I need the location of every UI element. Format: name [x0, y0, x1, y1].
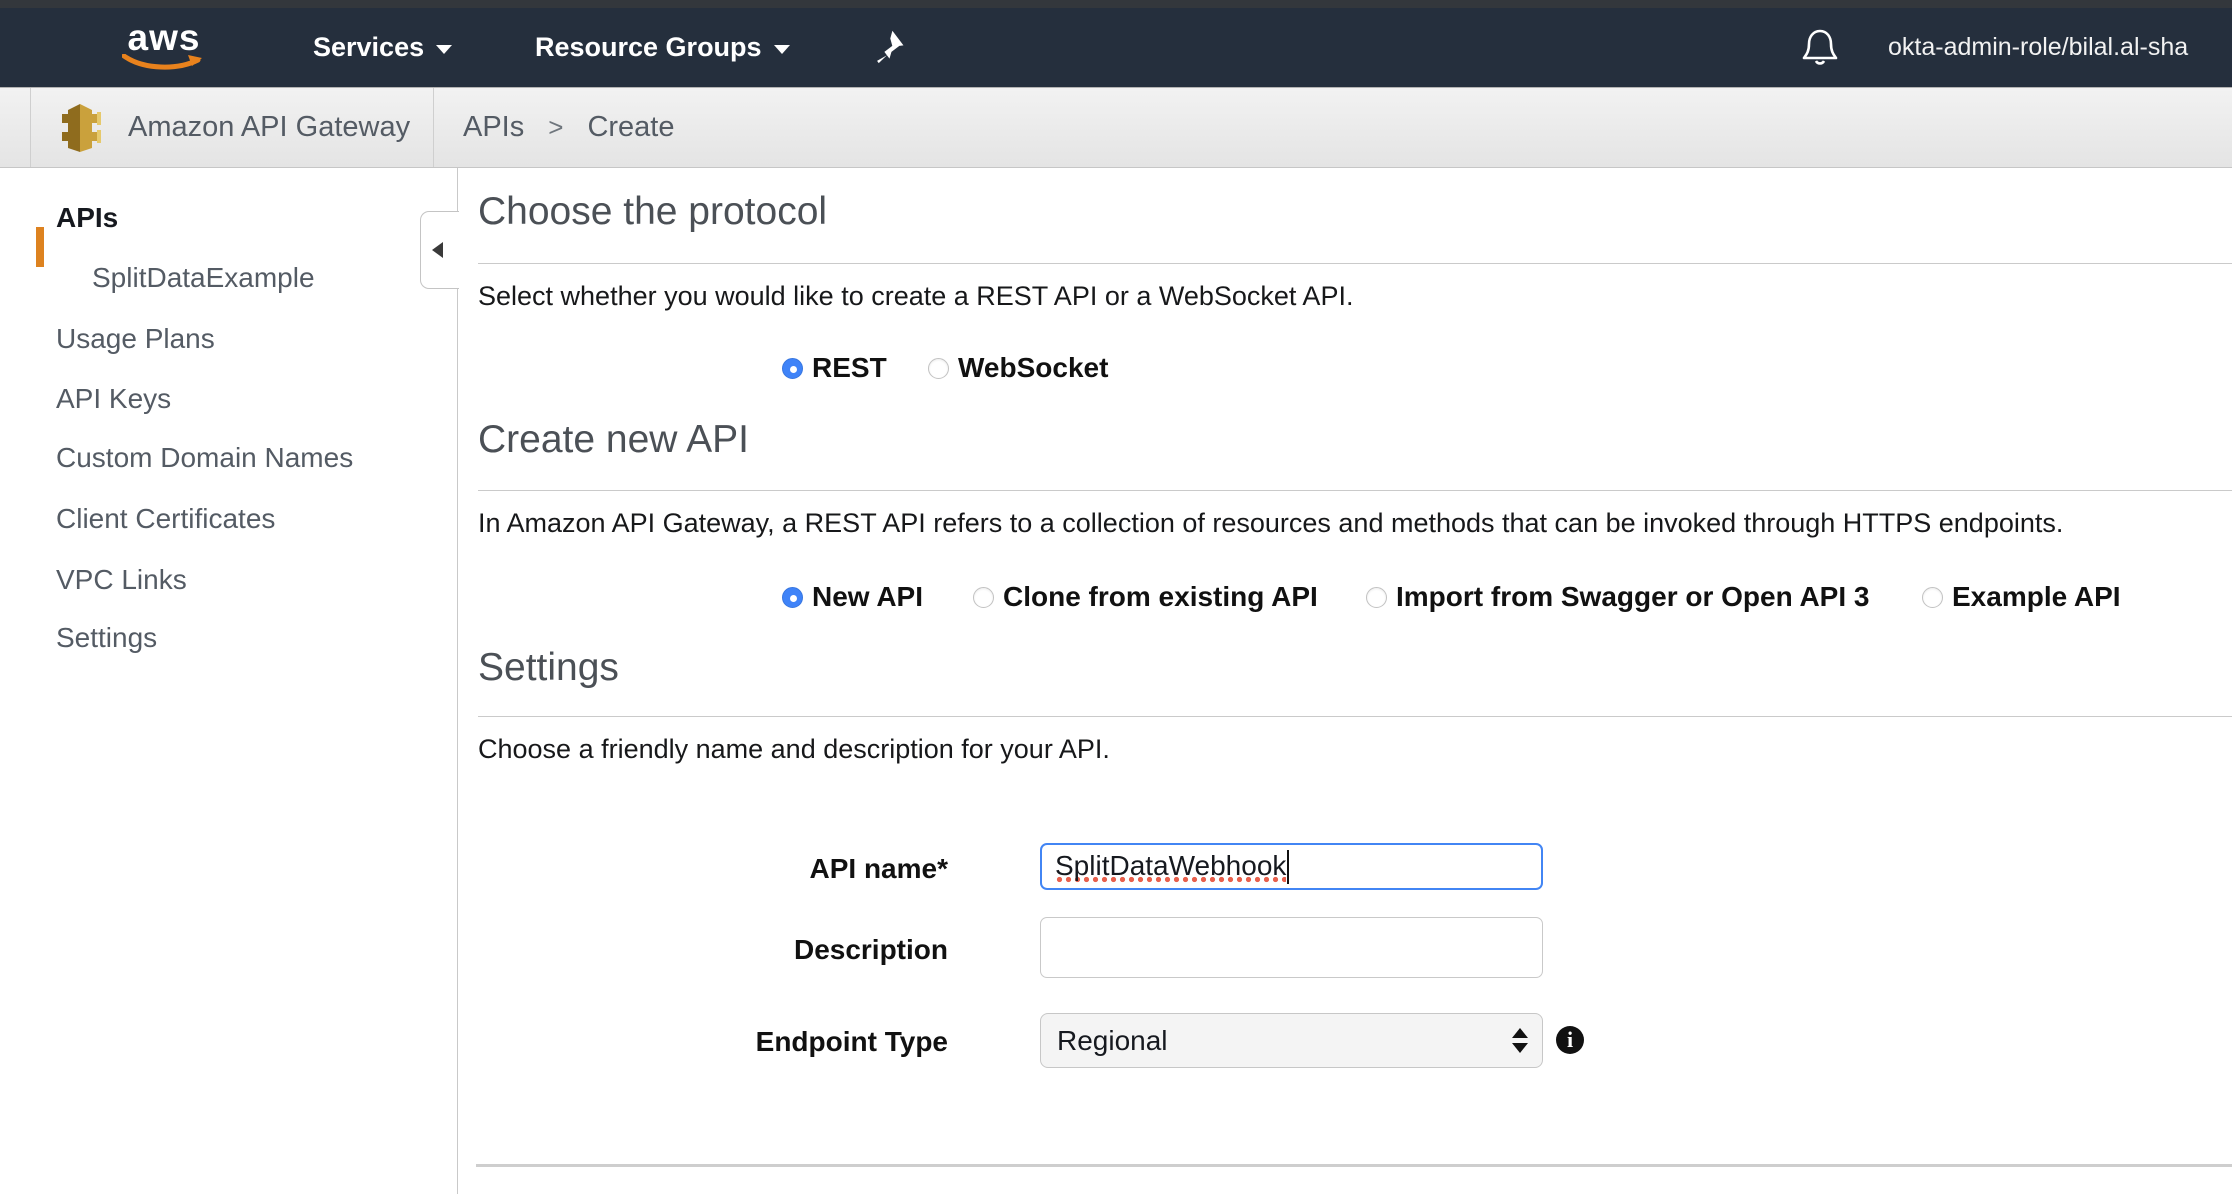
chevron-down-icon	[436, 45, 452, 54]
radio-selected-icon	[782, 587, 803, 608]
sidebar-item-api-keys[interactable]: API Keys	[0, 378, 458, 420]
description-label: Description	[478, 934, 948, 966]
settings-section-description: Choose a friendly name and description f…	[478, 734, 1110, 765]
api-name-label: API name*	[478, 853, 948, 885]
section-divider	[478, 716, 2232, 717]
protocol-rest-radio[interactable]: REST	[782, 352, 887, 384]
section-divider	[478, 490, 2232, 491]
sidebar-collapse-button[interactable]	[420, 211, 459, 289]
breadcrumb-bar: Amazon API Gateway APIs > Create	[0, 87, 2232, 168]
endpoint-type-select[interactable]: Regional	[1040, 1013, 1543, 1068]
sidebar-item-vpc-links[interactable]: VPC Links	[0, 559, 458, 601]
bell-icon	[1800, 26, 1840, 70]
breadcrumb-divider	[30, 88, 31, 167]
breadcrumb-service-name[interactable]: Amazon API Gateway	[128, 88, 410, 167]
radio-unselected-icon	[973, 587, 994, 608]
sidebar-item-apis[interactable]: APIs	[0, 197, 458, 239]
api-gateway-service-icon	[60, 102, 112, 159]
sidebar-item-client-certificates[interactable]: Client Certificates	[0, 498, 458, 540]
nav-services-label: Services	[313, 32, 424, 63]
notifications-button[interactable]	[1800, 8, 1840, 87]
chevron-down-icon	[774, 45, 790, 54]
sidebar-item-settings[interactable]: Settings	[0, 617, 458, 659]
api-name-value: SplitDataWebhook	[1055, 850, 1286, 884]
create-section-title: Create new API	[478, 418, 749, 462]
nav-resource-groups-menu[interactable]: Resource Groups	[535, 8, 790, 87]
create-new-api-radio[interactable]: New API	[782, 581, 923, 613]
sidebar-item-custom-domain-names[interactable]: Custom Domain Names	[0, 437, 458, 479]
create-example-api-radio[interactable]: Example API	[1922, 581, 2121, 613]
protocol-websocket-radio[interactable]: WebSocket	[928, 352, 1108, 384]
nav-services-menu[interactable]: Services	[313, 8, 452, 87]
section-divider	[476, 1164, 2232, 1167]
text-cursor	[1287, 850, 1289, 884]
create-import-swagger-radio[interactable]: Import from Swagger or Open API 3	[1366, 581, 1869, 613]
sidebar-item-splitdataexample[interactable]: SplitDataExample	[0, 257, 458, 299]
radio-unselected-icon	[928, 358, 949, 379]
endpoint-type-label: Endpoint Type	[478, 1026, 948, 1058]
breadcrumb-apis-link[interactable]: APIs	[463, 111, 524, 144]
breadcrumb-divider	[433, 88, 434, 167]
description-input[interactable]	[1040, 917, 1543, 978]
protocol-section-title: Choose the protocol	[478, 190, 827, 234]
pushpin-icon	[876, 28, 910, 68]
account-role-label: okta-admin-role/bilal.al-sha	[1888, 33, 2188, 62]
aws-console-page: aws Services Resource Groups ok	[0, 0, 2232, 1194]
aws-top-navbar: aws Services Resource Groups ok	[0, 8, 2232, 87]
radio-selected-icon	[782, 358, 803, 379]
api-name-input[interactable]: SplitDataWebhook	[1040, 843, 1543, 890]
account-role-menu[interactable]: okta-admin-role/bilal.al-sha	[1888, 8, 2188, 87]
breadcrumb-separator: >	[548, 112, 563, 143]
aws-logo-text: aws	[118, 20, 210, 56]
select-stepper-icon	[1512, 1014, 1528, 1067]
sidebar-nav: APIs SplitDataExample Usage Plans API Ke…	[0, 168, 458, 1194]
breadcrumb: APIs > Create	[463, 88, 674, 167]
section-divider	[478, 263, 2232, 264]
nav-resource-groups-label: Resource Groups	[535, 32, 762, 63]
sidebar-item-usage-plans[interactable]: Usage Plans	[0, 318, 458, 360]
breadcrumb-current-page: Create	[587, 111, 674, 144]
window-chrome-strip	[0, 0, 2232, 8]
aws-logo[interactable]: aws	[118, 20, 210, 76]
settings-section-title: Settings	[478, 646, 619, 690]
radio-unselected-icon	[1922, 587, 1943, 608]
protocol-section-description: Select whether you would like to create …	[478, 281, 1353, 312]
create-clone-api-radio[interactable]: Clone from existing API	[973, 581, 1318, 613]
endpoint-type-value: Regional	[1057, 1025, 1168, 1057]
info-icon[interactable]: i	[1556, 1026, 1584, 1054]
pin-shortcut-button[interactable]	[876, 8, 910, 87]
radio-unselected-icon	[1366, 587, 1387, 608]
create-section-description: In Amazon API Gateway, a REST API refers…	[478, 508, 2063, 539]
chevron-left-icon	[432, 242, 443, 258]
